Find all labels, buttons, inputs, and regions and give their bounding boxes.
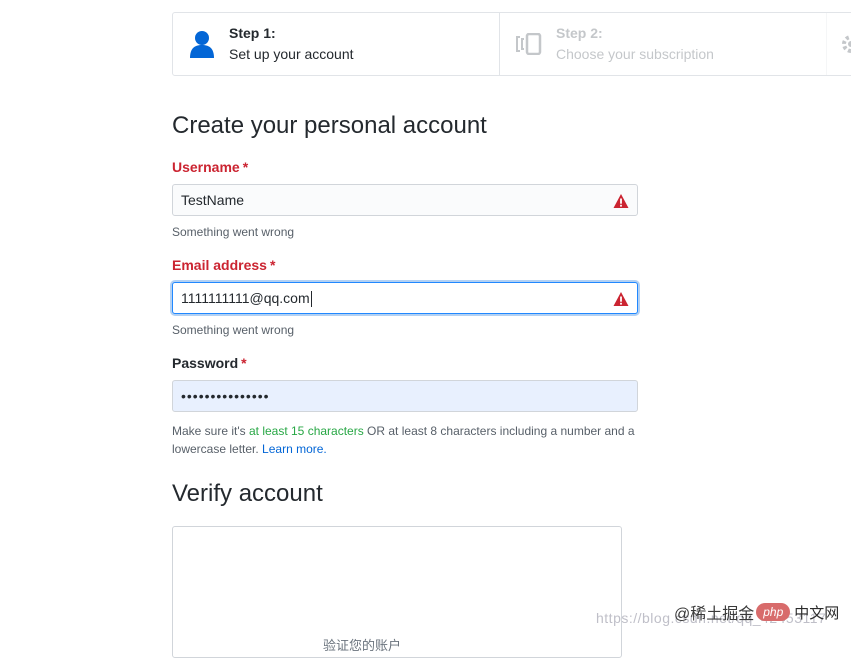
php-badge: php — [756, 603, 791, 621]
gear-icon — [839, 29, 851, 59]
step-2: Step 2: Choose your subscription — [500, 13, 827, 75]
captcha-text: 验证您的账户 — [323, 638, 402, 653]
username-input[interactable]: TestName — [172, 184, 638, 216]
step-2-number: Step 2: — [556, 25, 603, 41]
warning-icon — [613, 194, 629, 208]
verify-heading: Verify account — [172, 480, 323, 507]
page-title: Create your personal account — [172, 112, 487, 139]
watermark: https://blog.csdn.net/qq_42453117 @稀土掘金 … — [596, 600, 846, 630]
step-1: Step 1: Set up your account — [173, 13, 500, 75]
step-1-description: Set up your account — [229, 46, 354, 62]
captcha-frame[interactable]: 验证您的账户 — [172, 526, 622, 658]
email-label: Email address * — [172, 257, 276, 273]
devices-icon — [514, 29, 544, 59]
warning-icon — [613, 292, 629, 306]
text-caret — [310, 291, 312, 308]
learn-more-link[interactable]: Learn more. — [262, 442, 327, 456]
password-hint: Make sure it's at least 15 characters OR… — [172, 424, 635, 456]
person-icon — [187, 29, 217, 59]
watermark-cn: 中文网 — [794, 604, 840, 622]
username-label: Username * — [172, 159, 249, 175]
step-2-description: Choose your subscription — [556, 46, 714, 62]
email-input[interactable]: 1111111111@qq.com — [172, 282, 638, 314]
signup-steps: Step 1: Set up your account Step 2: Choo… — [172, 12, 851, 76]
email-error: Something went wrong — [172, 323, 295, 337]
password-input[interactable]: ••••••••••••••• — [172, 380, 638, 412]
username-error: Something went wrong — [172, 225, 295, 239]
step-3 — [827, 13, 851, 75]
password-label: Password * — [172, 355, 247, 371]
step-1-number: Step 1: — [229, 25, 276, 41]
watermark-site: @稀土掘金 — [674, 606, 755, 623]
